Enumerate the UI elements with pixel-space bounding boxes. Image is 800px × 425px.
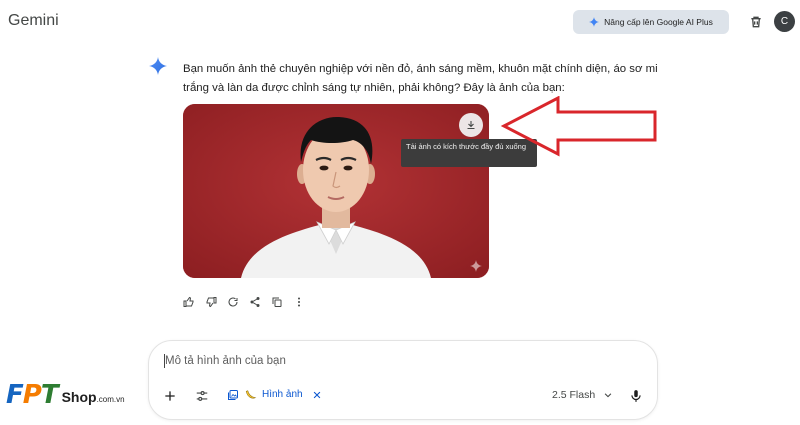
prompt-input[interactable]: Mô tả hình ảnh của bạn (165, 355, 286, 367)
thumbs-up-icon (183, 296, 194, 307)
refresh-icon (228, 297, 238, 307)
banana-icon (245, 390, 257, 399)
share-icon (250, 297, 260, 307)
trash-icon[interactable] (748, 14, 764, 30)
copy-button[interactable] (270, 295, 284, 309)
thumbs-up-button[interactable] (182, 295, 196, 309)
upgrade-label: Nâng cấp lên Google AI Plus (604, 17, 713, 27)
annotation-arrow (500, 96, 657, 157)
close-icon[interactable] (312, 390, 322, 400)
mic-icon[interactable] (629, 389, 643, 403)
gemini-sparkle-icon (149, 57, 167, 75)
generated-image[interactable] (183, 104, 489, 278)
image-icon (228, 389, 238, 400)
thumbs-down-icon (206, 297, 217, 308)
plus-icon[interactable] (163, 389, 177, 403)
download-icon (467, 121, 475, 130)
avatar[interactable]: C (774, 11, 795, 32)
model-label: 2.5 Flash (552, 389, 596, 401)
sparkle-icon (589, 17, 600, 27)
regenerate-button[interactable] (226, 295, 240, 309)
prompt-input-box (148, 340, 658, 420)
more-icon (298, 297, 300, 307)
upgrade-button[interactable]: Nâng cấp lên Google AI Plus (573, 10, 729, 34)
image-tool-chip[interactable]: Hình ảnh (227, 388, 322, 401)
fpt-shop-logo: F P T Shop .com.vn (6, 381, 125, 409)
portrait-photo (183, 104, 489, 278)
response-actions (182, 295, 306, 309)
response-text: Bạn muốn ảnh thẻ chuyên nghiệp với nền đ… (183, 63, 658, 94)
more-button[interactable] (292, 295, 306, 309)
sparkle-watermark-icon (470, 260, 482, 272)
image-chip-label: Hình ảnh (262, 389, 303, 400)
model-selector[interactable]: 2.5 Flash (552, 389, 613, 401)
brand-domain: .com.vn (96, 395, 125, 404)
thumbs-down-button[interactable] (204, 295, 218, 309)
share-button[interactable] (248, 295, 262, 309)
tools-icon[interactable] (195, 389, 209, 403)
brand-letter-f: F (6, 380, 24, 410)
brand-shop: Shop (61, 389, 97, 405)
chevron-down-icon (604, 393, 612, 398)
brand-letter-t: T (40, 380, 59, 410)
copy-icon (272, 297, 282, 307)
brand-letter-p: P (22, 380, 42, 410)
download-button[interactable] (459, 113, 483, 137)
app-title[interactable]: Gemini (8, 12, 59, 30)
